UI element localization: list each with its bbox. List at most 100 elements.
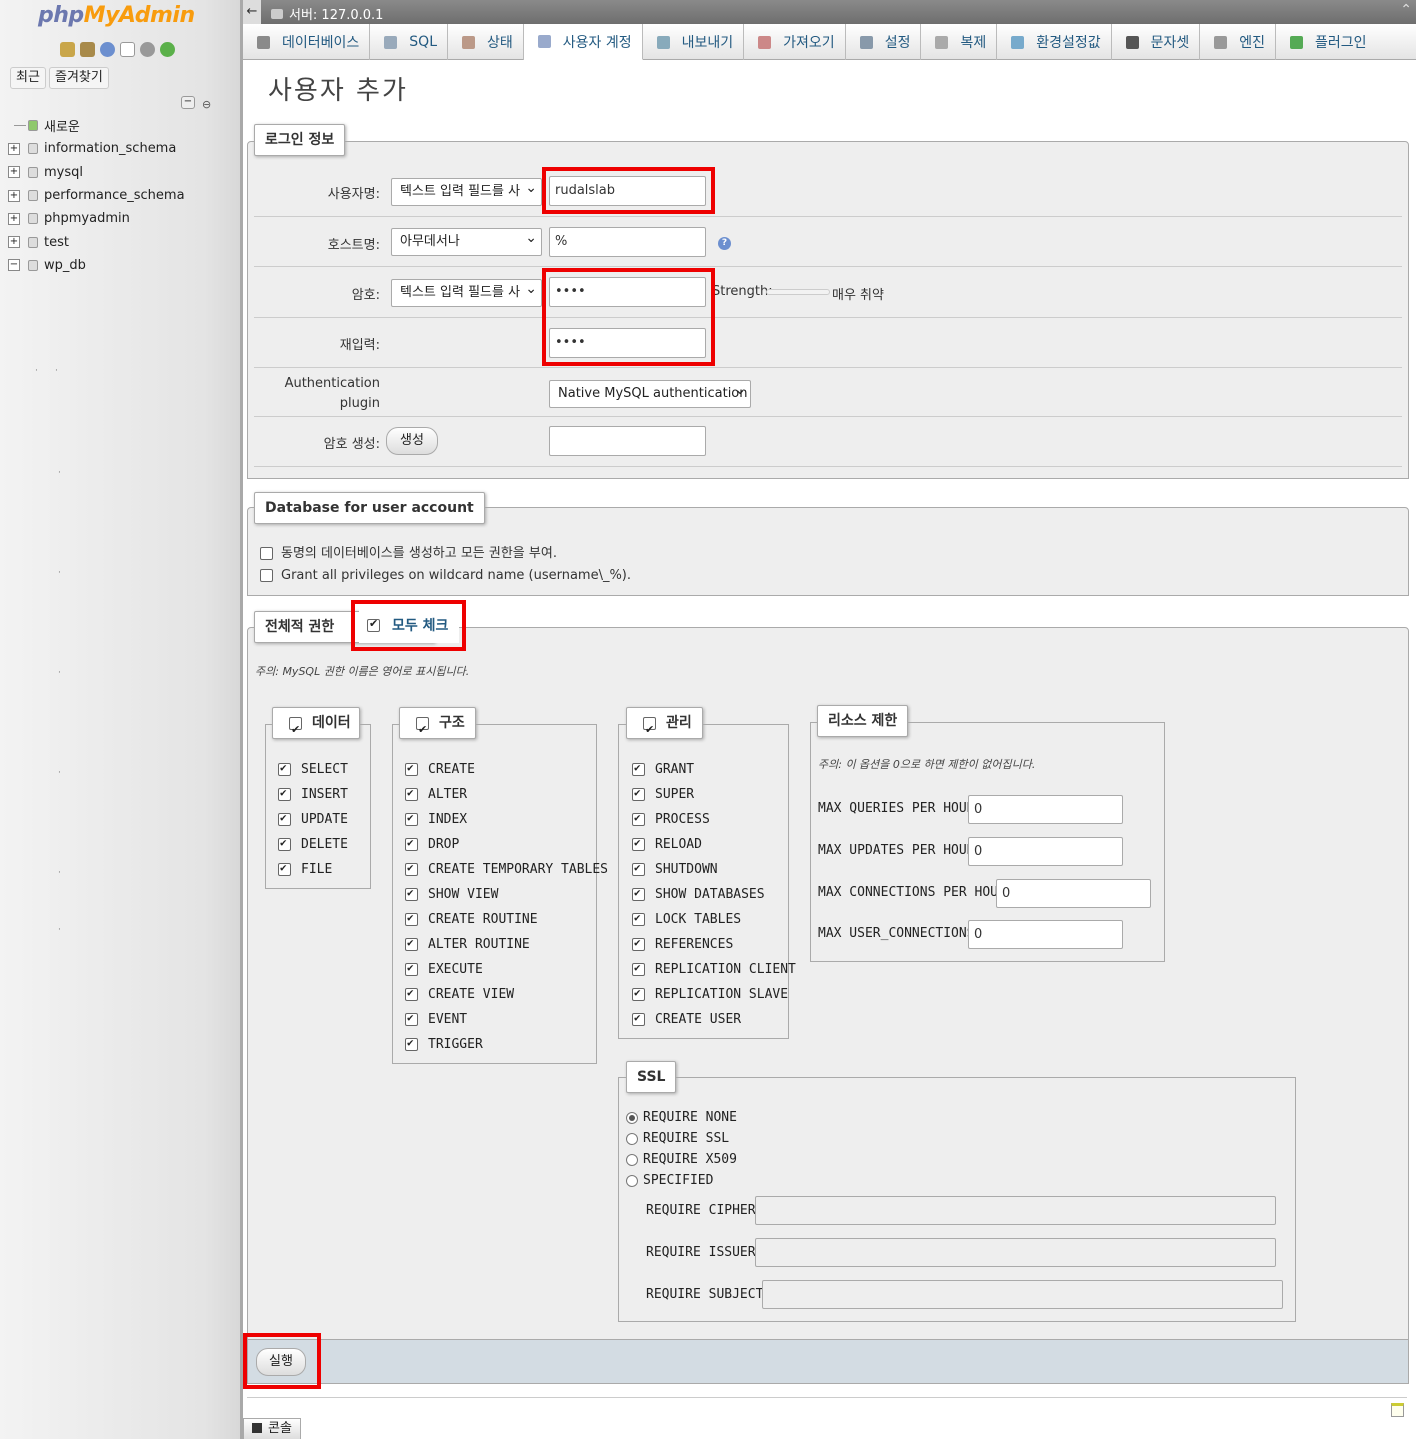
privilege-checkbox[interactable] bbox=[632, 936, 645, 951]
console-tab[interactable]: 콘솔 bbox=[243, 1418, 301, 1439]
reload-icon[interactable] bbox=[160, 42, 175, 57]
privilege-checkbox[interactable] bbox=[405, 936, 418, 951]
privilege-references[interactable]: REFERENCES bbox=[632, 932, 796, 957]
max-user-connections-input[interactable]: 0 bbox=[968, 920, 1123, 949]
require-ssl-radio[interactable] bbox=[626, 1132, 638, 1145]
require-x509-radio[interactable] bbox=[626, 1153, 638, 1166]
help-icon[interactable] bbox=[100, 42, 115, 57]
help-icon[interactable]: ? bbox=[718, 237, 731, 250]
tab-replication[interactable]: 복제 bbox=[921, 24, 998, 60]
ssl-option-require-x509[interactable]: REQUIRE X509 bbox=[626, 1152, 737, 1167]
username-mode-select[interactable]: 텍스트 입력 필드를 사 bbox=[391, 178, 542, 206]
privilege-insert[interactable]: INSERT bbox=[278, 782, 348, 807]
phpmyadmin-logo[interactable]: phpMyAdmin bbox=[38, 3, 195, 28]
privilege-checkbox[interactable] bbox=[278, 786, 291, 801]
specified-radio[interactable] bbox=[626, 1174, 638, 1187]
privilege-file[interactable]: FILE bbox=[278, 857, 348, 882]
tab-engines[interactable]: 엔진 bbox=[1200, 24, 1277, 60]
generate-password-button[interactable]: 생성 bbox=[386, 427, 438, 455]
privilege-checkbox[interactable] bbox=[632, 886, 645, 901]
max-queries-input[interactable]: 0 bbox=[968, 795, 1123, 824]
privilege-create-temporary-tables[interactable]: CREATE TEMPORARY TABLES bbox=[405, 857, 608, 882]
collapse-all-button[interactable]: − bbox=[181, 96, 195, 109]
privilege-create-routine[interactable]: CREATE ROUTINE bbox=[405, 907, 608, 932]
privilege-execute[interactable]: EXECUTE bbox=[405, 957, 608, 982]
privilege-checkbox[interactable] bbox=[632, 786, 645, 801]
privilege-checkbox[interactable] bbox=[405, 761, 418, 776]
check-all-option[interactable]: 모두 체크 bbox=[359, 607, 459, 643]
privilege-super[interactable]: SUPER bbox=[632, 782, 796, 807]
privilege-trigger[interactable]: TRIGGER bbox=[405, 1032, 608, 1057]
privilege-replication-slave[interactable]: REPLICATION SLAVE bbox=[632, 982, 796, 1007]
tree-item-database[interactable]: − wp_db bbox=[8, 254, 185, 277]
tree-item-database[interactable]: + mysql bbox=[8, 161, 185, 184]
tab-export[interactable]: 내보내기 bbox=[643, 24, 745, 60]
privilege-index[interactable]: INDEX bbox=[405, 807, 608, 832]
privilege-lock-tables[interactable]: LOCK TABLES bbox=[632, 907, 796, 932]
privilege-checkbox[interactable] bbox=[632, 761, 645, 776]
data-group-checkbox[interactable] bbox=[289, 715, 302, 745]
tree-item-database[interactable]: + performance_schema bbox=[8, 184, 185, 207]
privilege-select[interactable]: SELECT bbox=[278, 757, 348, 782]
create-db-checkbox[interactable] bbox=[260, 547, 273, 560]
ssl-option-specified[interactable]: SPECIFIED bbox=[626, 1173, 713, 1188]
exit-icon[interactable] bbox=[80, 42, 95, 57]
require-cipher-input[interactable] bbox=[755, 1196, 1276, 1225]
hostname-input[interactable]: % bbox=[549, 227, 706, 257]
privilege-show-view[interactable]: SHOW VIEW bbox=[405, 882, 608, 907]
max-updates-input[interactable]: 0 bbox=[968, 837, 1123, 866]
require-subject-input[interactable] bbox=[762, 1280, 1283, 1309]
privilege-checkbox[interactable] bbox=[278, 861, 291, 876]
privilege-create-user[interactable]: CREATE USER bbox=[632, 1007, 796, 1032]
tab-plugins[interactable]: 플러그인 bbox=[1276, 24, 1377, 60]
privilege-checkbox[interactable] bbox=[405, 1011, 418, 1026]
privilege-update[interactable]: UPDATE bbox=[278, 807, 348, 832]
submit-button[interactable]: 실행 bbox=[256, 1348, 306, 1376]
privilege-checkbox[interactable] bbox=[405, 961, 418, 976]
docs-icon[interactable] bbox=[120, 42, 135, 57]
generated-password-input[interactable] bbox=[549, 426, 706, 456]
privilege-grant[interactable]: GRANT bbox=[632, 757, 796, 782]
tab-settings[interactable]: 설정 bbox=[846, 24, 922, 60]
retype-password-input[interactable]: •••• bbox=[549, 328, 706, 358]
privilege-checkbox[interactable] bbox=[405, 786, 418, 801]
tab-import[interactable]: 가져오기 bbox=[744, 24, 846, 60]
wildcard-checkbox[interactable] bbox=[260, 569, 273, 582]
require-issuer-input[interactable] bbox=[755, 1238, 1276, 1267]
privilege-process[interactable]: PROCESS bbox=[632, 807, 796, 832]
privilege-checkbox[interactable] bbox=[632, 861, 645, 876]
privilege-checkbox[interactable] bbox=[632, 911, 645, 926]
privilege-checkbox[interactable] bbox=[405, 836, 418, 851]
privilege-checkbox[interactable] bbox=[405, 1036, 418, 1051]
privilege-checkbox[interactable] bbox=[405, 811, 418, 826]
gear-icon[interactable] bbox=[140, 42, 155, 57]
tab-charsets[interactable]: 문자셋 bbox=[1112, 24, 1201, 60]
maximize-icon[interactable]: ⌃ bbox=[1400, 2, 1412, 18]
sidebar-resizer[interactable] bbox=[240, 0, 243, 1439]
privilege-create-view[interactable]: CREATE VIEW bbox=[405, 982, 608, 1007]
password-mode-select[interactable]: 텍스트 입력 필드를 사 bbox=[391, 279, 542, 307]
auth-plugin-select[interactable]: Native MySQL authentication bbox=[549, 380, 751, 408]
privilege-reload[interactable]: RELOAD bbox=[632, 832, 796, 857]
password-input[interactable]: •••• bbox=[549, 277, 706, 307]
create-db-option[interactable]: 동명의 데이터베이스를 생성하고 모든 권한을 부여. bbox=[260, 542, 557, 561]
privilege-checkbox[interactable] bbox=[632, 961, 645, 976]
require-none-radio[interactable] bbox=[626, 1111, 638, 1124]
privilege-checkbox[interactable] bbox=[632, 986, 645, 1001]
recent-button[interactable]: 최근 bbox=[10, 67, 46, 89]
privilege-checkbox[interactable] bbox=[278, 836, 291, 851]
favorites-button[interactable]: 즐겨찾기 bbox=[49, 67, 109, 89]
privilege-drop[interactable]: DROP bbox=[405, 832, 608, 857]
privilege-alter[interactable]: ALTER bbox=[405, 782, 608, 807]
privilege-checkbox[interactable] bbox=[632, 836, 645, 851]
privilege-checkbox[interactable] bbox=[405, 886, 418, 901]
admin-group-checkbox[interactable] bbox=[643, 715, 656, 745]
privilege-checkbox[interactable] bbox=[278, 761, 291, 776]
tree-item-database[interactable]: + information_schema bbox=[8, 137, 185, 160]
ssl-option-require-none[interactable]: REQUIRE NONE bbox=[626, 1110, 737, 1125]
wildcard-option[interactable]: Grant all privileges on wildcard name (u… bbox=[260, 568, 631, 583]
privilege-checkbox[interactable] bbox=[405, 861, 418, 876]
structure-group-checkbox[interactable] bbox=[416, 715, 429, 745]
privilege-checkbox[interactable] bbox=[405, 986, 418, 1001]
tab-variables[interactable]: 환경설정값 bbox=[997, 24, 1112, 60]
